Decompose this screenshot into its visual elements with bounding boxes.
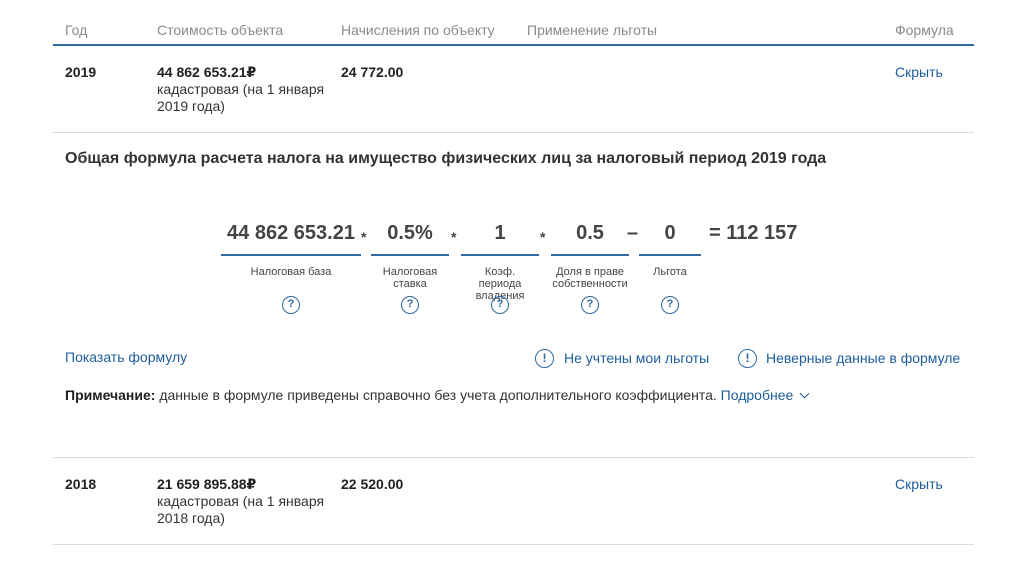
formula-operator: * bbox=[361, 229, 367, 245]
row-year: 2018 bbox=[65, 476, 97, 492]
chevron-down-icon bbox=[799, 388, 810, 399]
table-header: Год Стоимость объекта Начисления по объе… bbox=[53, 0, 974, 46]
header-formula: Формула bbox=[895, 22, 954, 38]
header-year: Год bbox=[65, 22, 88, 38]
note-label: Примечание: bbox=[65, 387, 156, 403]
row-cost: 21 659 895.88₽ кадастровая (на 1 января … bbox=[157, 476, 327, 527]
show-formula-link[interactable]: Показать формулу bbox=[65, 349, 187, 365]
more-link-label: Подробнее bbox=[720, 387, 794, 403]
help-icon[interactable]: ? bbox=[491, 296, 509, 314]
formula-result: = 112 157 bbox=[709, 222, 798, 244]
row-cost: 44 862 653.21₽ кадастровая (на 1 января … bbox=[157, 64, 327, 115]
formula-title: Общая формула расчета налога на имуществ… bbox=[65, 150, 827, 167]
formula-operator: – bbox=[627, 222, 639, 244]
note-text: данные в формуле приведены справочно без… bbox=[155, 387, 717, 403]
header-benefit: Применение льготы bbox=[527, 22, 658, 38]
cost-amount: 44 862 653.21₽ bbox=[157, 64, 257, 80]
row-accrual: 22 520.00 bbox=[341, 476, 404, 492]
header-accrual: Начисления по объекту bbox=[341, 22, 495, 38]
formula-term-ownership-period: 1 bbox=[461, 222, 539, 256]
note: Примечание: данные в формуле приведены с… bbox=[65, 387, 810, 403]
row-year: 2019 bbox=[65, 64, 97, 80]
formula-term-ownership-share: 0.5 bbox=[551, 222, 629, 256]
formula-label-tax-base: Налоговая база bbox=[250, 266, 332, 278]
formula-term-tax-base: 44 862 653.21 bbox=[221, 222, 361, 256]
hide-formula-link[interactable]: Скрыть bbox=[895, 64, 943, 81]
more-link[interactable]: Подробнее bbox=[720, 387, 810, 403]
header-cost: Стоимость объекта bbox=[157, 22, 284, 38]
help-icon[interactable]: ? bbox=[282, 296, 300, 314]
help-icon[interactable]: ? bbox=[581, 296, 599, 314]
alert-icon: ! bbox=[738, 349, 757, 368]
formula-label-tax-rate: Налоговая ставка bbox=[382, 266, 438, 290]
wrong-data-link[interactable]: Неверные данные в формуле bbox=[766, 350, 960, 366]
cost-note: кадастровая (на 1 января 2019 года) bbox=[157, 81, 325, 114]
formula-term-tax-rate: 0.5% bbox=[371, 222, 449, 256]
table-row: 2019 44 862 653.21₽ кадастровая (на 1 ян… bbox=[53, 47, 974, 133]
formula-term-benefit: 0 bbox=[639, 222, 701, 256]
cost-amount: 21 659 895.88₽ bbox=[157, 476, 257, 492]
table-row: 2018 21 659 895.88₽ кадастровая (на 1 ян… bbox=[53, 457, 974, 545]
help-icon[interactable]: ? bbox=[401, 296, 419, 314]
benefits-missing-link[interactable]: Не учтены мои льготы bbox=[564, 350, 709, 366]
cost-note: кадастровая (на 1 января 2018 года) bbox=[157, 493, 325, 526]
formula-operator: * bbox=[451, 229, 457, 245]
formula-label-benefit: Льгота bbox=[653, 266, 687, 278]
hide-formula-link[interactable]: Скрыть bbox=[895, 476, 943, 493]
alert-icon: ! bbox=[535, 349, 554, 368]
row-accrual: 24 772.00 bbox=[341, 64, 404, 80]
help-icon[interactable]: ? bbox=[661, 296, 679, 314]
formula-label-ownership-share: Доля в праве собственности bbox=[552, 266, 628, 290]
formula-operator: * bbox=[540, 229, 546, 245]
